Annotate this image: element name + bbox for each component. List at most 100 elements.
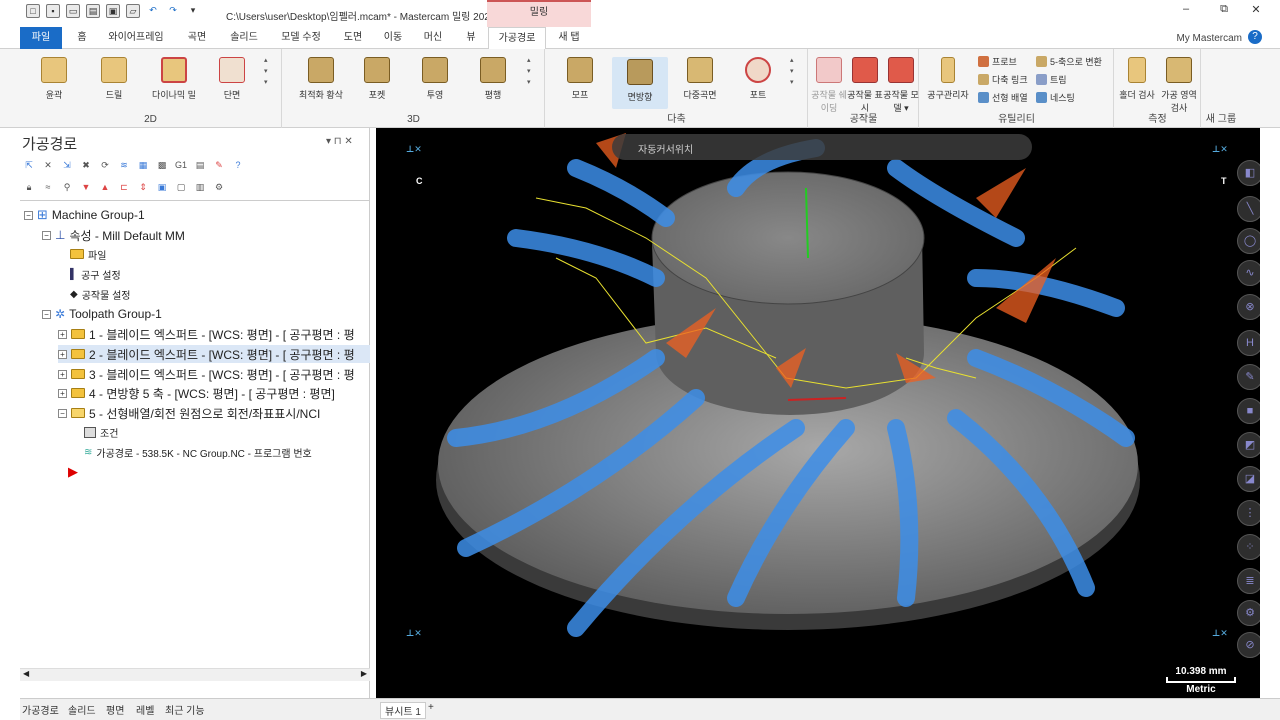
collapse-icon[interactable]: − [42, 230, 51, 240]
port-button[interactable]: 포트 [734, 57, 782, 101]
tab-model-prep[interactable]: 모델 수정 [275, 27, 327, 49]
gallery-scroll-3d[interactable]: ▴ ▾ ▾ [527, 55, 535, 88]
show-selected-icon[interactable]: ▣ [155, 180, 169, 194]
tree-nc-file[interactable]: ≋ 가공경로 - 538.5K - NC Group.NC - 프로그램 번호 [84, 443, 312, 461]
tab-view[interactable]: 뷰 [458, 27, 484, 49]
filter-icon[interactable]: ⚙ [212, 180, 226, 194]
folder-icon[interactable]: ▱ [126, 4, 140, 18]
tree-op-5[interactable]: −5 - 선형배열/회전 원점으로 회전/좌표표시/NCI [58, 404, 320, 422]
tree-machine-group[interactable]: − ⊞ Machine Group-1 [24, 206, 145, 224]
point-cloud-icon[interactable]: ⁘ [1237, 534, 1260, 560]
manager-tab-solids[interactable]: 솔리드 [68, 702, 96, 717]
parallel-button[interactable]: 평행 [469, 57, 517, 101]
tab-new[interactable]: 새 탭 [550, 27, 588, 49]
undo-icon[interactable]: ↶ [146, 4, 160, 18]
boolean-icon[interactable]: ◩ [1237, 432, 1260, 458]
g1-icon[interactable]: G1 [174, 158, 188, 172]
move-down-icon[interactable]: ▼ [79, 180, 93, 194]
collapse-icon[interactable]: − [42, 309, 51, 319]
tab-toolpaths[interactable]: 가공경로 [488, 27, 546, 50]
deselect-icon[interactable]: ✕ [41, 158, 55, 172]
holder-check-button[interactable]: 홀더 검사 [1117, 57, 1157, 101]
tab-machine[interactable]: 머신 [418, 27, 448, 49]
tab-transform[interactable]: 이동 [378, 27, 408, 49]
viewsheet-tab-1[interactable]: 뷰시트 1 [380, 702, 426, 719]
area-check-button[interactable]: 가공 영역 검사 [1157, 57, 1201, 114]
scroll-arrow-icon[interactable]: ⇕ [136, 180, 150, 194]
tab-drafting[interactable]: 도면 [338, 27, 368, 49]
toggle-posting-icon[interactable]: ⚲ [60, 180, 74, 194]
view-options-icon[interactable]: ▥ [193, 180, 207, 194]
optimized-rough-button[interactable]: 최적화 황삭 [291, 57, 351, 101]
help-manager-icon[interactable]: ? [231, 158, 245, 172]
gallery-scroll-multi[interactable]: ▴ ▾ ▾ [790, 55, 798, 88]
manager-tab-toolpaths[interactable]: 가공경로 [22, 702, 59, 717]
dynamic-mill-button[interactable]: 다이나믹 밀 [148, 57, 200, 101]
tab-home[interactable]: 홈 [70, 27, 94, 49]
my-mastercam-link[interactable]: My Mastercam [1176, 33, 1242, 44]
convert-to-5axis-button[interactable]: 5-축으로 변환 [1036, 53, 1102, 69]
solid-icon[interactable]: ■ [1237, 398, 1260, 424]
spline-icon[interactable]: ∿ [1237, 260, 1260, 286]
scroll-left-icon[interactable]: ◀ [23, 669, 29, 678]
floating-toolbar[interactable]: 자동커서위치 [612, 134, 1032, 160]
lock-icon[interactable]: 🔒︎ [22, 180, 36, 194]
help-icon[interactable]: ? [1248, 30, 1262, 44]
panel-header-buttons[interactable]: ▾ ⊓ ✕ [326, 136, 353, 147]
stock-shading-button[interactable]: 공작물 쉐이딩 [811, 57, 847, 114]
post-icon[interactable]: ▤ [193, 158, 207, 172]
regenerate-icon[interactable]: ⟳ [98, 158, 112, 172]
tab-wireframe[interactable]: 와이어프레임 [104, 27, 168, 49]
multiaxis-link-button[interactable]: 다축 링크 [978, 71, 1028, 87]
circle-icon[interactable]: ◯ [1237, 228, 1260, 254]
graphics-viewport[interactable]: 자동커서위치 C T ⊥✕ ⊥✕ ⊥✕ ⊥✕ ◧ ╲ ◯ ∿ ⊗ H ✎ ■ ◩… [376, 128, 1260, 698]
manager-tab-recent[interactable]: 최근 기능 [165, 702, 205, 717]
redo-icon[interactable]: ↷ [166, 4, 180, 18]
stock-view-icon[interactable]: ◪ [1237, 466, 1260, 492]
pocket-button[interactable]: 포켓 [353, 57, 401, 101]
multisurface-button[interactable]: 다중곡면 [674, 57, 726, 101]
highfeed-icon[interactable]: ✎ [212, 158, 226, 172]
tab-file[interactable]: 파일 [20, 27, 62, 49]
stock-display-button[interactable]: 공작물 표시 [847, 57, 883, 114]
linear-array-button[interactable]: 선형 배열 [978, 89, 1028, 105]
trim-button[interactable]: 트림 [1036, 71, 1067, 87]
tab-surfaces[interactable]: 곡면 [180, 27, 214, 49]
select-all-icon[interactable]: ⇱ [22, 158, 36, 172]
tool-manager-button[interactable]: 공구관리자 [924, 57, 972, 101]
section-button[interactable]: 단면 [208, 57, 256, 101]
regenerate-dirty-icon[interactable]: ✖ [79, 158, 93, 172]
tree-tool-setup[interactable]: ▌ 공구 설정 [70, 265, 121, 283]
morph-button[interactable]: 모프 [556, 57, 604, 101]
expand-icon[interactable]: + [58, 388, 67, 398]
minimize-button[interactable]: – [1176, 3, 1196, 21]
open-folder-icon[interactable]: ▭ [66, 4, 80, 18]
move-up-icon[interactable]: ▲ [98, 180, 112, 194]
dimension-icon[interactable]: H [1237, 330, 1260, 356]
probe-button[interactable]: 프로브 [978, 53, 1017, 69]
swarf-button[interactable]: 면방향 [612, 57, 668, 109]
toolpath-select-icon[interactable]: ⋮ [1237, 500, 1260, 526]
insert-arrow[interactable]: ▶ [68, 463, 78, 481]
print-icon[interactable]: ▤ [86, 4, 100, 18]
add-viewsheet-button[interactable]: + [428, 702, 434, 713]
scroll-right-icon[interactable]: ▶ [361, 669, 367, 678]
expand-icon[interactable]: + [58, 369, 67, 379]
tree-stock-setup[interactable]: ◆ 공작물 설정 [70, 285, 130, 303]
save-as-icon[interactable]: ▣ [106, 4, 120, 18]
tree-op-2[interactable]: +2 - 블레이드 엑스퍼트 - [WCS: 평면] - [ 공구평면 : 평 [58, 345, 370, 363]
expand-icon[interactable]: + [58, 329, 67, 339]
new-file-icon[interactable]: □ [26, 4, 40, 18]
stock-model-button[interactable]: 공작물 모델 ▾ [883, 57, 919, 114]
expand-icon[interactable]: + [58, 349, 67, 359]
manager-tab-planes[interactable]: 평면 [106, 702, 124, 717]
project-button[interactable]: 투영 [411, 57, 459, 101]
manager-tab-levels[interactable]: 레벨 [136, 702, 154, 717]
tree-properties[interactable]: − ⊥ 속성 - Mill Default MM [42, 226, 185, 244]
toggle-display-icon[interactable]: ≈ [41, 180, 55, 194]
tab-solids[interactable]: 솔리드 [224, 27, 264, 49]
restore-button[interactable]: ⧉ [1214, 3, 1234, 21]
view-cube-icon[interactable]: ◧ [1237, 160, 1260, 186]
show-all-icon[interactable]: ▢ [174, 180, 188, 194]
contour-button[interactable]: 윤곽 [30, 57, 78, 101]
